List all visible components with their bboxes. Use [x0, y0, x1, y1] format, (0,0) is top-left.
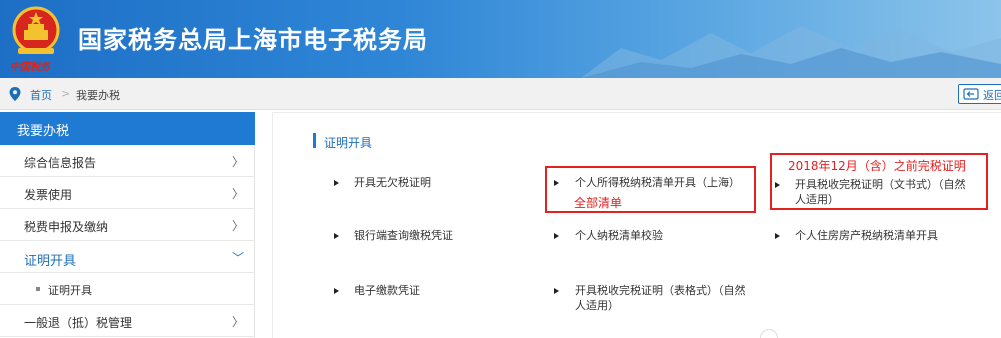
sidebar-item-certificate-issuance[interactable]: 证明开具 ﹀	[0, 241, 255, 273]
chevron-right-icon: 〉	[232, 187, 245, 201]
triangle-bullet-icon	[334, 288, 339, 294]
sidebar-item-label: 综合信息报告	[24, 156, 97, 170]
site-banner: 中国税务 国家税务总局上海市电子税务局	[0, 0, 1001, 78]
sidebar-item-label: 税费申报及缴纳	[24, 220, 109, 234]
sidebar-item-invoice-use[interactable]: 发票使用 〉	[0, 177, 255, 209]
breadcrumb-separator: >	[61, 87, 71, 100]
link-bank-payment-voucher-query[interactable]: 银行端查询缴税凭证	[354, 227, 453, 245]
link-electronic-payment-voucher[interactable]: 电子缴款凭证	[354, 282, 420, 300]
triangle-bullet-icon	[554, 288, 559, 294]
breadcrumb-home-link[interactable]: 首页	[30, 87, 52, 103]
sidebar-heading-label: 我要办税	[17, 124, 70, 139]
sidebar-item-refund-management[interactable]: 一般退（抵）税管理 〉	[0, 305, 255, 337]
emblem-caption: 中国税务	[10, 62, 50, 73]
location-pin-icon	[9, 87, 21, 101]
site-title: 国家税务总局上海市电子税务局	[78, 26, 428, 54]
link-no-tax-arrears-certificate[interactable]: 开具无欠税证明	[354, 174, 431, 192]
sidebar-item-comprehensive-report[interactable]: 综合信息报告 〉	[0, 145, 255, 177]
chevron-right-icon: 〉	[232, 219, 245, 233]
great-wall-illustration	[581, 26, 1001, 78]
sidebar-item-tax-filing[interactable]: 税费申报及缴纳 〉	[0, 209, 255, 241]
triangle-bullet-icon	[334, 180, 339, 186]
link-housing-property-tax-list[interactable]: 个人住房房产税纳税清单开具	[795, 227, 938, 245]
chevron-right-icon: 〉	[232, 315, 245, 329]
back-button-label: 返回	[983, 89, 1001, 102]
breadcrumb: 首页 > 我要办税	[0, 78, 1001, 110]
link-tax-payment-certificate-table-line2[interactable]: 人适用）	[575, 297, 619, 315]
sidebar-item-label: 发票使用	[24, 188, 73, 202]
bullet-icon	[36, 287, 40, 291]
sidebar-subitem-certificate-issuance[interactable]: 证明开具	[0, 273, 255, 305]
triangle-bullet-icon	[334, 233, 339, 239]
back-button[interactable]: 返回	[958, 84, 1001, 104]
annotation-before-2018: 2018年12月（含）之前完税证明	[788, 159, 966, 173]
sidebar-item-label: 证明开具	[24, 254, 77, 269]
chevron-right-icon: 〉	[232, 155, 245, 169]
triangle-bullet-icon	[775, 233, 780, 239]
main-panel	[272, 112, 1001, 338]
triangle-bullet-icon	[554, 233, 559, 239]
link-personal-tax-list-verify[interactable]: 个人纳税清单校验	[575, 227, 663, 245]
national-emblem-icon	[12, 6, 60, 54]
section-title: 证明开具	[324, 136, 373, 150]
annotation-full-list: 全部清单	[574, 196, 623, 210]
back-arrow-icon	[963, 88, 979, 100]
sidebar: 我要办税 综合信息报告 〉 发票使用 〉 税费申报及缴纳 〉 证明开具 ﹀ 证明…	[0, 112, 255, 338]
sidebar-item-label: 一般退（抵）税管理	[24, 316, 133, 330]
section-accent-bar	[313, 133, 316, 148]
sidebar-subitem-label: 证明开具	[48, 284, 92, 297]
breadcrumb-current: 我要办税	[76, 89, 120, 102]
chevron-down-icon: ﹀	[232, 251, 245, 265]
sidebar-heading: 我要办税	[0, 112, 255, 145]
